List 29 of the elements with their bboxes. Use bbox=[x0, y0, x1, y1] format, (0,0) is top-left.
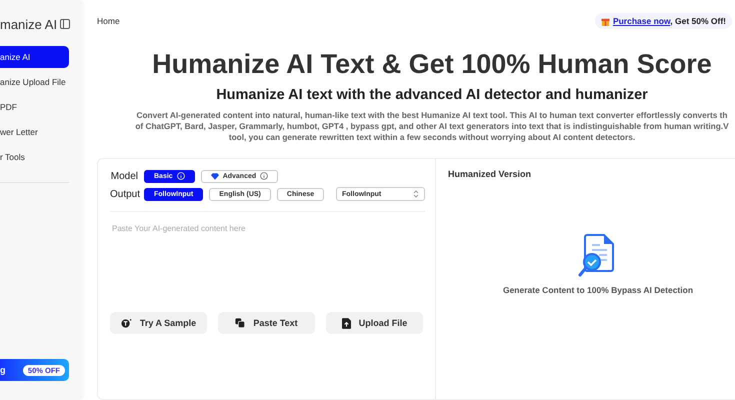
purchase-link[interactable]: Purchase now bbox=[612, 16, 670, 26]
action-button[interactable]: Paste Text bbox=[218, 312, 315, 334]
action-button[interactable]: Upload File bbox=[326, 312, 423, 334]
gift-icon bbox=[600, 16, 610, 26]
action-button[interactable]: Try A Sample bbox=[110, 312, 207, 334]
page-subtitle: Humanize AI text with the advanced AI detector and humanizer bbox=[216, 87, 648, 103]
breadcrumb[interactable]: Home bbox=[97, 16, 120, 26]
sample-text-icon bbox=[120, 318, 132, 328]
model-label: Model bbox=[110, 170, 138, 182]
chevron-up-down-icon bbox=[413, 190, 419, 198]
output-label: Output bbox=[110, 188, 138, 200]
sidebar-item[interactable]: anize Upload File bbox=[0, 71, 69, 93]
copy-icon bbox=[235, 318, 246, 328]
description: Convert AI-generated content into natural, human-like text with the best Humanize AI text tool. This AI to human text converter effortlessly converts th of ChatGPT, Bard, Jasper, Grammarly, humbot, GPT4 , bypass gpt, and other AI text generators into text that is indistinguishable from human writing.V tool, you can generate rewritten text within a few seconds without worrying about AI content detectors. bbox=[135, 110, 729, 143]
diamond-icon bbox=[210, 172, 219, 180]
sidebar-item[interactable]: anize AI bbox=[0, 46, 69, 68]
sidebar-item[interactable]: PDF bbox=[0, 96, 69, 118]
upload-file-icon bbox=[342, 318, 351, 328]
info-icon bbox=[176, 172, 185, 180]
purchase-text: Purchase now, Get 50% Off! bbox=[612, 16, 726, 26]
promo-text: g bbox=[0, 365, 6, 375]
empty-state-text: Generate Content to 100% Bypass AI Detection bbox=[502, 285, 694, 295]
result-title: Humanized Version bbox=[448, 169, 532, 179]
sidebar-toggle-icon[interactable] bbox=[60, 19, 70, 29]
sidebar-item[interactable]: wer Letter bbox=[0, 121, 69, 143]
sidebar-item[interactable]: r Tools bbox=[0, 146, 69, 168]
info-icon bbox=[260, 172, 268, 180]
page-title: Humanize AI Text & Get 100% Human Score bbox=[152, 49, 712, 80]
logo-text: manize AI bbox=[0, 16, 58, 32]
